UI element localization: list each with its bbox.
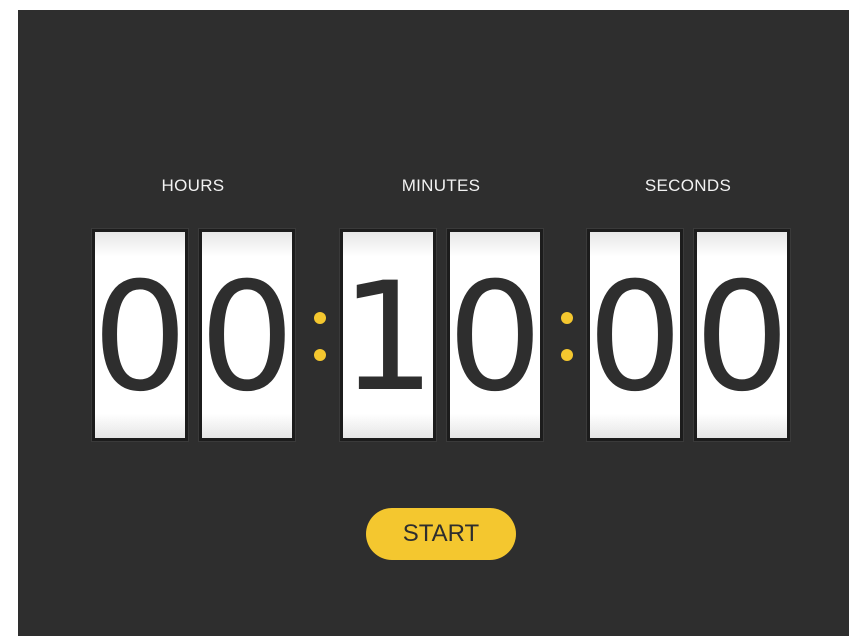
seconds-tens-card[interactable]: 0 xyxy=(587,229,683,441)
minutes-label: MINUTES xyxy=(401,176,481,195)
minutes-tens-digit: 1 xyxy=(340,251,436,425)
minutes-ones-card[interactable]: 0 xyxy=(447,229,543,441)
hours-ones-card[interactable]: 0 xyxy=(199,229,295,441)
hours-tens-card[interactable]: 0 xyxy=(92,229,188,441)
minutes-ones-digit: 0 xyxy=(447,251,543,425)
separator-dot-bottom xyxy=(561,349,573,361)
separator-dot-bottom xyxy=(314,349,326,361)
separator-dot-top xyxy=(561,312,573,324)
hours-tens-digit: 0 xyxy=(92,251,188,425)
seconds-ones-digit: 0 xyxy=(694,251,790,425)
seconds-tens-digit: 0 xyxy=(587,251,683,425)
separator-dot-top xyxy=(314,312,326,324)
start-button[interactable]: START xyxy=(366,508,516,560)
seconds-label: SECONDS xyxy=(644,176,732,195)
hours-label: HOURS xyxy=(161,176,225,195)
minutes-tens-card[interactable]: 1 xyxy=(340,229,436,441)
seconds-ones-card[interactable]: 0 xyxy=(694,229,790,441)
timer-panel: HOURS MINUTES SECONDS 0 0 1 0 0 0 START xyxy=(18,10,849,636)
hours-ones-digit: 0 xyxy=(199,251,295,425)
